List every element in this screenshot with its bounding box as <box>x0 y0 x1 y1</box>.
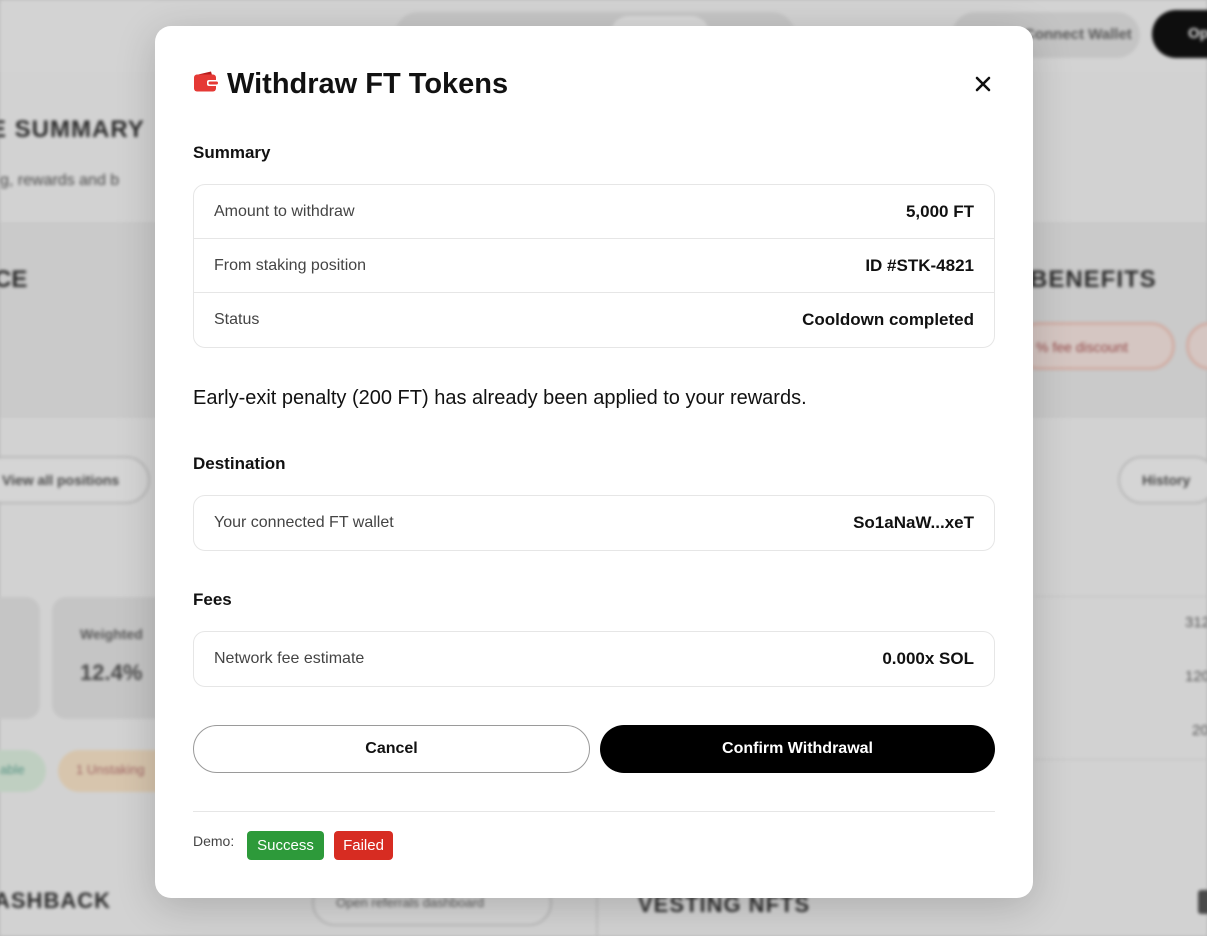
wallet-icon <box>193 70 219 94</box>
confirm-withdrawal-button[interactable]: Confirm Withdrawal <box>600 725 995 773</box>
fees-row: Network fee estimate 0.000x SOL <box>194 632 994 686</box>
footer-divider <box>193 811 995 812</box>
destination-card: Your connected FT wallet So1aNaW...xeT <box>193 495 995 551</box>
row-value: ID #STK-4821 <box>865 256 974 275</box>
summary-row-amount: Amount to withdraw 5,000 FT <box>194 185 994 239</box>
modal-header: Withdraw FT Tokens <box>193 68 995 102</box>
fees-card: Network fee estimate 0.000x SOL <box>193 631 995 687</box>
close-icon <box>975 76 991 92</box>
row-label: Status <box>214 311 260 328</box>
summary-row-status: Status Cooldown completed <box>194 293 994 347</box>
demo-label: Demo: <box>193 833 235 849</box>
withdraw-modal: Withdraw FT Tokens Summary Amount to wit… <box>155 26 1033 898</box>
destination-label: Destination <box>193 454 286 473</box>
row-label: From staking position <box>214 257 367 274</box>
fee-value: 0.000x SOL <box>882 649 974 668</box>
summary-card: Amount to withdraw 5,000 FT From staking… <box>193 184 995 348</box>
wallet-address: So1aNaW...xeT <box>853 513 974 532</box>
demo-success-button[interactable]: Success <box>247 831 324 860</box>
row-value: Cooldown completed <box>802 310 974 329</box>
cancel-button[interactable]: Cancel <box>193 725 590 773</box>
demo-failed-button[interactable]: Failed <box>334 831 393 860</box>
destination-row: Your connected FT wallet So1aNaW...xeT <box>194 496 994 550</box>
summary-label: Summary <box>193 143 271 162</box>
fees-label: Fees <box>193 590 232 609</box>
penalty-notice: Early-exit penalty (200 FT) has already … <box>193 387 807 409</box>
modal-title: Withdraw FT Tokens <box>227 68 509 100</box>
row-label: Your connected FT wallet <box>214 514 394 531</box>
row-value: 5,000 FT <box>905 202 974 221</box>
row-label: Amount to withdraw <box>214 203 355 220</box>
summary-row-position: From staking position ID #STK-4821 <box>194 239 994 293</box>
close-button[interactable] <box>971 72 995 96</box>
row-label: Network fee estimate <box>214 650 365 667</box>
